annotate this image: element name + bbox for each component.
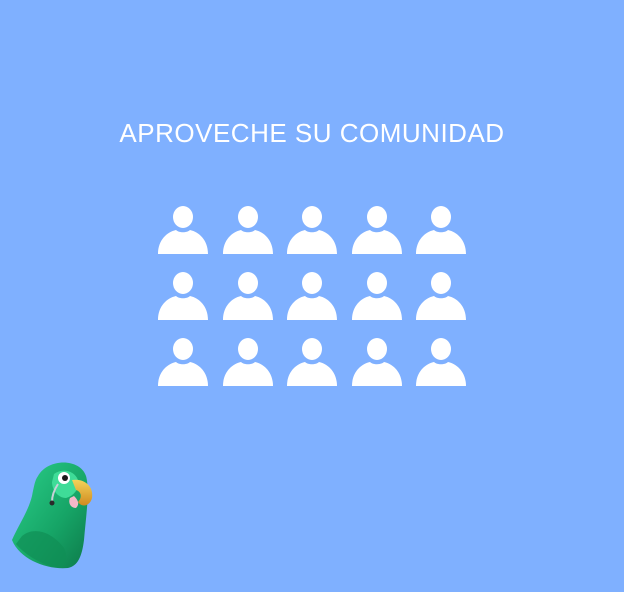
- person-icon: [416, 272, 466, 320]
- person-icon: [416, 338, 466, 386]
- person-icon: [351, 206, 402, 254]
- person-icon: [351, 338, 402, 386]
- person-icon: [222, 338, 273, 386]
- person-icon: [416, 206, 466, 254]
- person-icon: [158, 206, 208, 254]
- headline: APROVECHE SU COMUNIDAD: [119, 118, 505, 148]
- person-icon: [287, 272, 337, 320]
- person-icon: [158, 272, 208, 320]
- person-icon: [351, 272, 402, 320]
- parrot-icon: [12, 462, 93, 569]
- person-icon: [287, 206, 337, 254]
- slide: APROVECHE SU COMUNIDAD: [0, 0, 624, 592]
- person-icon: [158, 338, 208, 386]
- community-grid: [157, 204, 469, 388]
- person-icon: [222, 272, 273, 320]
- person-icon: [222, 206, 273, 254]
- person-icon: [287, 338, 337, 386]
